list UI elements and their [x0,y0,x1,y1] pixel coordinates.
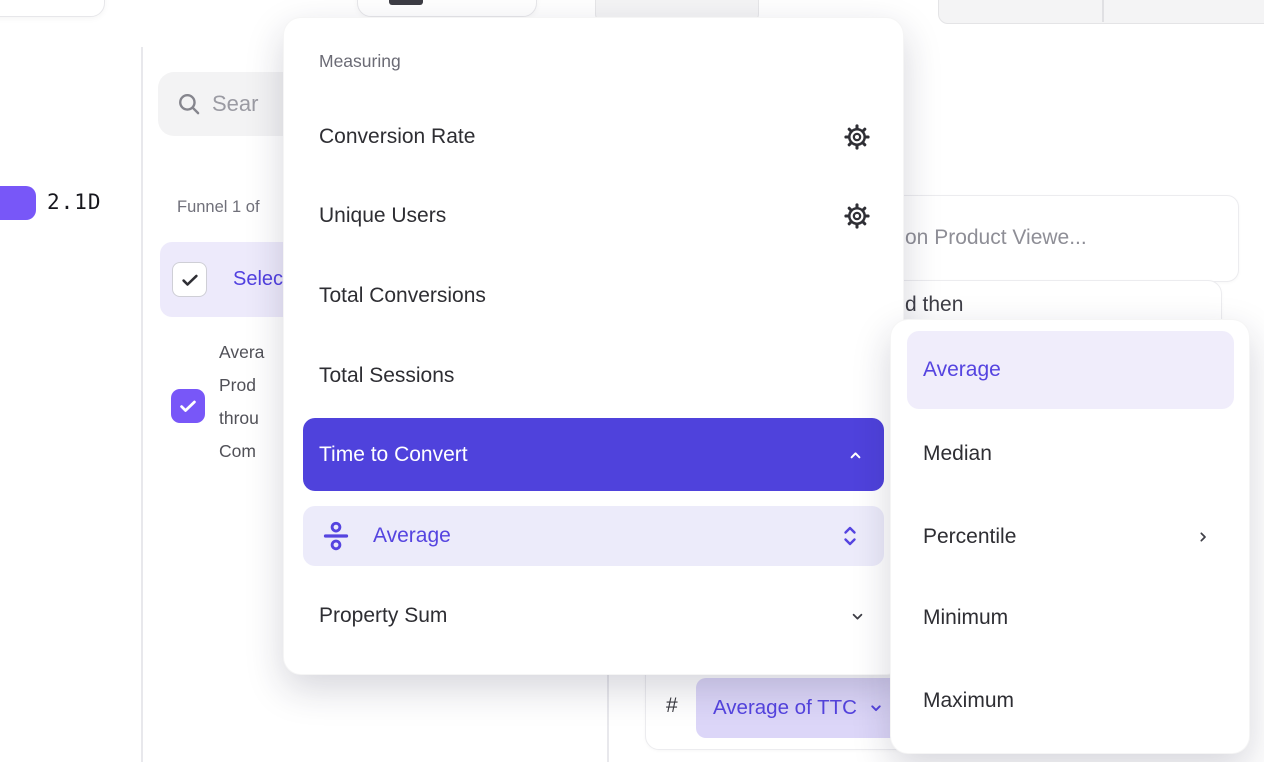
measuring-dropdown-menu: Measuring Conversion Rate Unique [283,17,904,675]
funnel-counter-label: Funnel 1 of [177,198,260,217]
funnel-step-description: Avera Prod throu Com [219,336,264,468]
submenu-item-maximum[interactable]: Maximum [891,679,1249,723]
menu-item-label: Conversion Rate [319,125,475,149]
search-icon [176,91,202,117]
menu-item-label: Average [373,524,451,548]
menu-subitem-average[interactable]: Average [303,506,884,566]
menu-item-label: Unique Users [319,204,446,228]
menu-item-total-sessions[interactable]: Total Sessions [284,354,903,398]
chevron-down-icon [867,699,885,717]
submenu-item-label: Percentile [923,525,1016,549]
gear-icon[interactable] [844,124,870,150]
chevron-down-icon [849,608,866,625]
funnel-step-checkbox[interactable] [171,389,205,423]
event-row-label: on Product Viewe... [905,226,1087,250]
menu-item-label: Total Sessions [319,364,454,388]
menu-item-total-conversions[interactable]: Total Conversions [284,274,903,318]
average-divide-icon [321,521,351,551]
left-panel-divider [141,47,143,762]
step-line: Avera [219,336,264,369]
top-right-segmented-control[interactable] [938,0,1264,24]
menu-item-label: Time to Convert [319,443,468,467]
menu-item-time-to-convert-selected[interactable]: Time to Convert [303,418,884,491]
app-canvas: Funnel 1 of Selec Avera Prod throu Com 2… [0,0,1264,762]
submenu-item-label: Average [923,358,1001,382]
top-left-partial-card [0,0,105,17]
gear-icon[interactable] [844,203,870,229]
metric-pill-button[interactable]: Average of TTC [696,678,908,738]
select-all-label: Selec [233,268,283,291]
chevron-up-icon [847,447,864,464]
menu-item-property-sum[interactable]: Property Sum [284,594,903,638]
step-line: Com [219,435,264,468]
conversion-window-value: 2.1D [47,190,102,214]
step-line: throu [219,402,264,435]
toolbar-icon-fragment [389,0,423,5]
menu-title: Measuring [319,51,401,72]
numeric-type-symbol: # [666,694,678,718]
checkmark-icon [179,269,201,291]
submenu-item-median[interactable]: Median [891,432,1249,476]
menu-item-label: Total Conversions [319,284,486,308]
submenu-item-minimum[interactable]: Minimum [891,596,1249,640]
step-line: Prod [219,369,264,402]
aggregation-submenu: Average Median Percentile Minimum Maximu… [890,319,1250,754]
menu-item-label: Property Sum [319,604,447,628]
chevron-right-icon [1195,529,1211,545]
submenu-item-percentile[interactable]: Percentile [891,515,1249,559]
conversion-window-chip[interactable] [0,186,36,220]
segment-divider [1102,0,1104,22]
submenu-item-label: Maximum [923,689,1014,713]
select-all-checkbox[interactable] [172,262,207,297]
then-step-label: d then [905,293,963,317]
menu-item-unique-users[interactable]: Unique Users [284,194,903,238]
submenu-item-label: Median [923,442,992,466]
checkmark-icon [177,395,199,417]
metric-pill-label: Average of TTC [713,696,857,720]
top-toolbar-partial-card [357,0,537,17]
chevron-up-down-icon [842,524,858,548]
menu-item-conversion-rate[interactable]: Conversion Rate [284,115,903,159]
submenu-item-label: Minimum [923,606,1008,630]
submenu-item-average-selected[interactable]: Average [907,331,1234,409]
